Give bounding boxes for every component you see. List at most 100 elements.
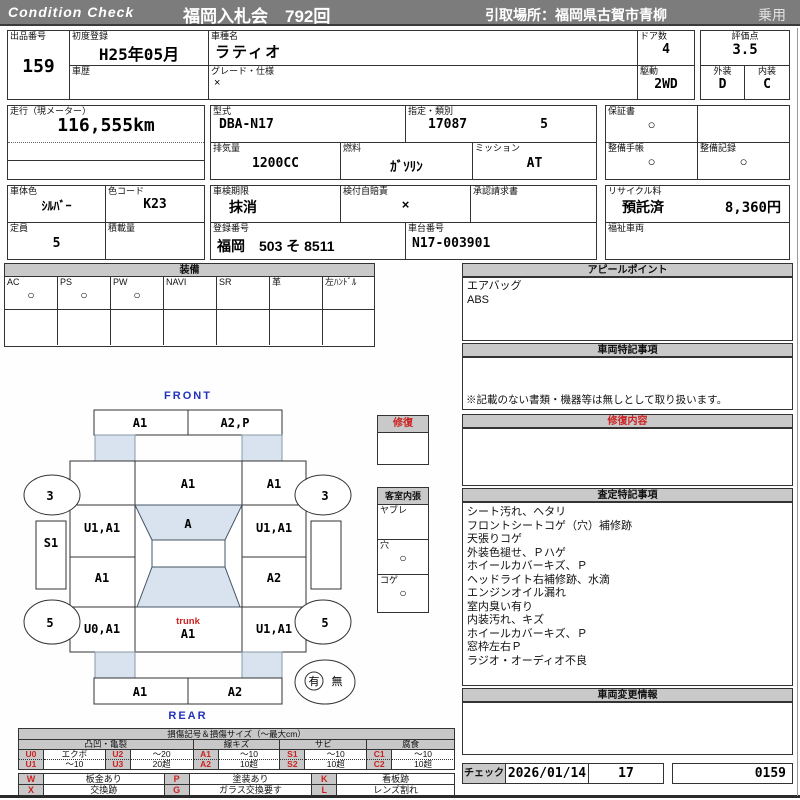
rear-bumper-left-code: A1 bbox=[133, 685, 147, 699]
legend-category: 線キズ bbox=[193, 740, 281, 750]
recycle-status: 預託済 bbox=[622, 199, 664, 215]
equip-empty-cell bbox=[164, 310, 217, 345]
check-label-cell: チェック bbox=[462, 763, 506, 784]
legend-category: サビ bbox=[280, 740, 368, 750]
equip-empty-cell bbox=[270, 310, 323, 345]
maintenance-book-mark: ○ bbox=[647, 154, 656, 169]
equip-cell-sr: SR bbox=[217, 277, 270, 310]
mission-cell: ミッション AT bbox=[473, 143, 596, 179]
legend-code: S2 bbox=[280, 760, 306, 770]
doors-value: 4 bbox=[662, 42, 670, 57]
appeal-body: エアバッグ ABS bbox=[462, 277, 793, 341]
auction-sheet: Condition Check 福岡入札会 792回 引取場所：福岡県古賀市青柳… bbox=[0, 0, 800, 800]
legend-code: K bbox=[312, 774, 338, 785]
legend-desc: 板金あり bbox=[43, 774, 165, 785]
assessment-line: ヘッドライト右補修跡、水滴 bbox=[467, 573, 610, 586]
maintenance-record-cell: 整備記録 ○ bbox=[698, 143, 789, 179]
legend-code: U1 bbox=[19, 760, 44, 770]
warranty-spare-cell bbox=[698, 106, 789, 143]
cabin-item-burn: コゲ ○ bbox=[378, 575, 428, 611]
exterior-grade: D bbox=[718, 77, 727, 92]
warranty-mark: ○ bbox=[647, 117, 656, 132]
legend-desc: 塗装あり bbox=[189, 774, 313, 785]
welfare-cell: 福祉車両 bbox=[606, 223, 789, 259]
legend-code: P bbox=[164, 774, 190, 785]
interior-grade: C bbox=[763, 77, 771, 92]
maintenance-book-cell: 整備手帳 ○ bbox=[606, 143, 698, 179]
legend-code: W bbox=[19, 774, 44, 785]
legend-desc: 看板跡 bbox=[337, 774, 455, 785]
capacity-label: 定員 bbox=[10, 223, 29, 233]
right-sill-panel bbox=[310, 520, 342, 590]
mission-value: AT bbox=[526, 156, 543, 171]
cabin-item-label: 穴 bbox=[380, 540, 390, 550]
hood-code: A1 bbox=[181, 477, 195, 491]
legend-category: 腐食 bbox=[367, 740, 455, 750]
legend-category: 凸凹・亀裂 bbox=[19, 740, 194, 750]
record-book-stamp bbox=[294, 659, 356, 705]
exterior-label: 外装 bbox=[713, 66, 732, 76]
equip-empty-cell bbox=[5, 310, 58, 345]
type-number: 17087 bbox=[428, 117, 468, 132]
insurance-label: 検付自賠責 bbox=[343, 186, 389, 196]
chassis-no-label: 車台番号 bbox=[408, 223, 445, 233]
rear-label: REAR bbox=[168, 710, 207, 722]
warranty-label: 保証書 bbox=[608, 106, 636, 116]
mileage-extra-row bbox=[8, 143, 204, 161]
legend-desc: ～10 bbox=[218, 750, 281, 760]
check-date-cell: 2026/01/14 bbox=[505, 763, 589, 784]
front-left-wheel-code: 3 bbox=[46, 489, 53, 503]
displacement-label: 排気量 bbox=[213, 143, 241, 153]
maintenance-record-mark: ○ bbox=[739, 154, 748, 169]
equipment-table: 装備 AC ○ PS ○ PW ○ NAVI SR 革 左ﾊﾝﾄﾞﾙ bbox=[4, 263, 375, 347]
mileage-cell: 走行（現メーター） 116,555km bbox=[8, 106, 204, 143]
equip-label: AC bbox=[7, 277, 20, 287]
inspection-box: 車検期限 抹消 検付自賠責 × 承認請求書 登録番号 福岡 503 そ 8511… bbox=[210, 185, 597, 260]
history-cell: 車歴 bbox=[70, 66, 209, 99]
cabin-item-mark: ○ bbox=[399, 586, 407, 600]
front-right-corner-shade bbox=[241, 434, 283, 462]
approval-request-cell: 承認請求書 bbox=[471, 186, 596, 223]
legend-code: U3 bbox=[105, 760, 131, 770]
assessment-line: 窓枠左右Ｐ bbox=[467, 641, 522, 653]
record-no-text: 無 bbox=[332, 674, 343, 688]
right-front-door-code: U1,A1 bbox=[256, 521, 292, 535]
legend-desc: エクボ bbox=[43, 750, 106, 760]
chassis-no-cell: 車台番号 N17-003901 bbox=[406, 223, 596, 259]
left-front-door-code: U1,A1 bbox=[84, 521, 120, 535]
trunk-code: A1 bbox=[181, 627, 195, 641]
score-box: 評価点 3.5 外装 D 内装 C bbox=[700, 30, 790, 100]
color-code-cell: 色コード K23 bbox=[106, 186, 204, 223]
equip-label: SR bbox=[219, 277, 232, 287]
vehicle-notes-title: 車両特記事項 bbox=[462, 343, 793, 357]
drive-cell: 駆動 2WD bbox=[638, 66, 694, 99]
cabin-item-hole: 穴 ○ bbox=[378, 540, 428, 575]
mileage-box: 走行（現メーター） 116,555km bbox=[7, 105, 205, 180]
equip-mark: ○ bbox=[133, 288, 141, 302]
front-bumper-left-code: A1 bbox=[133, 416, 147, 430]
load-label: 積載量 bbox=[108, 223, 136, 233]
vehicle-class: 乗用 bbox=[758, 7, 786, 23]
model-name-cell: 車種名 ラティオ bbox=[209, 31, 638, 66]
brand-logo: Condition Check bbox=[8, 4, 135, 20]
model-code-box: 型式 DBA-N17 指定・類別 17087 5 排気量 1200CC 燃料 ｶ… bbox=[210, 105, 597, 180]
rear-right-wheel-code: 5 bbox=[321, 616, 328, 630]
assessment-line: 内装汚れ、キズ bbox=[467, 614, 545, 626]
left-sill-code: S1 bbox=[44, 536, 58, 550]
type-class-cell: 指定・類別 17087 5 bbox=[406, 106, 596, 143]
color-box: 車体色 ｼﾙﾊﾞｰ 色コード K23 定員 5 積載量 bbox=[7, 185, 205, 260]
model-code-label: 型式 bbox=[213, 106, 232, 116]
check-inspector-cell: 17 bbox=[588, 763, 664, 784]
lot-number: 159 bbox=[22, 56, 55, 77]
color-code-label: 色コード bbox=[108, 186, 145, 196]
cabin-item-mark: ○ bbox=[399, 551, 407, 565]
front-left-corner-shade bbox=[94, 434, 136, 462]
rear-left-corner-shade bbox=[94, 651, 136, 679]
documents-box: 保証書 ○ 整備手帳 ○ 整備記録 ○ bbox=[605, 105, 790, 180]
class-number: 5 bbox=[540, 117, 548, 132]
assessment-title: 査定特記事項 bbox=[462, 488, 793, 502]
approval-request-label: 承認請求書 bbox=[473, 186, 519, 196]
cabin-item-label: ヤブレ bbox=[380, 505, 408, 515]
assessment-line: ホイールカバーキズ、Ｐ bbox=[467, 560, 588, 572]
legend-desc: ～10 bbox=[305, 750, 368, 760]
